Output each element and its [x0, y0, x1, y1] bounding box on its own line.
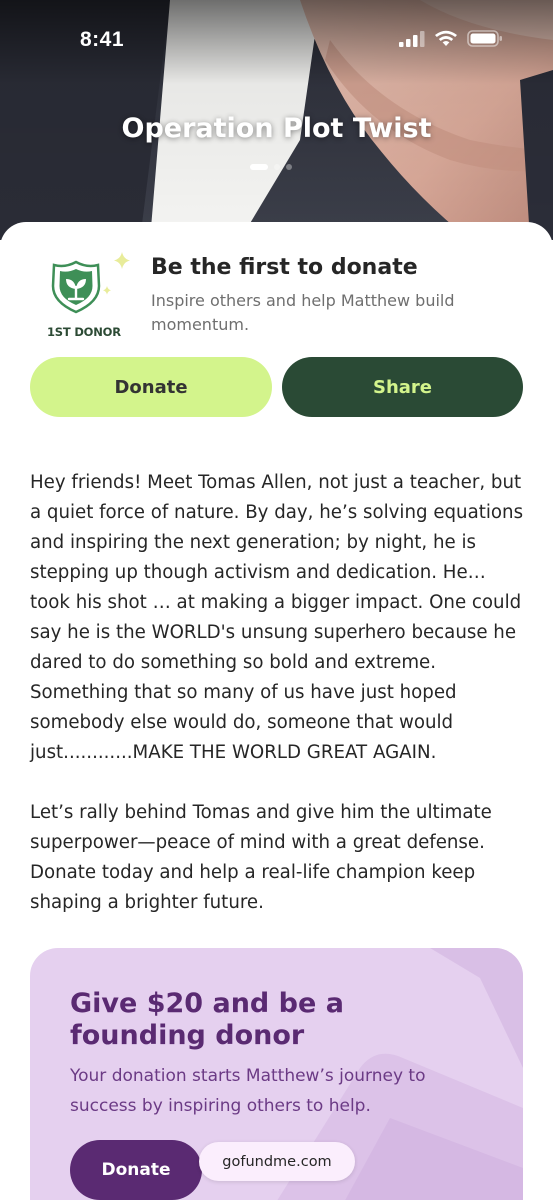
- promo-subtitle: Your donation starts Matthew’s journey t…: [70, 1066, 426, 1116]
- donate-button[interactable]: Donate: [30, 357, 272, 417]
- story-paragraph-2: Let’s rally behind Tomas and give him th…: [30, 802, 492, 913]
- promo-donate-label: Donate: [101, 1160, 171, 1180]
- story-paragraph-1: Hey friends! Meet Tomas Allen, not just …: [30, 472, 524, 763]
- carousel-dot-1[interactable]: [250, 164, 268, 170]
- first-donor-subtitle: Inspire others and help Matthew build mo…: [151, 291, 455, 334]
- status-bar: 8:41: [0, 0, 553, 80]
- wifi-icon: [435, 30, 457, 46]
- battery-icon: [467, 30, 502, 47]
- donate-button-label: Donate: [114, 376, 188, 398]
- browser-url-bar[interactable]: gofundme.com: [199, 1142, 355, 1181]
- promo-donate-button[interactable]: Donate: [70, 1140, 202, 1200]
- status-time: 8:41: [80, 28, 125, 51]
- campaign-title: Operation Plot Twist: [121, 113, 432, 144]
- shield-sprout-icon: [51, 252, 130, 314]
- carousel-dot-3[interactable]: [286, 164, 292, 170]
- share-button[interactable]: Share: [282, 357, 523, 417]
- campaign-story: Hey friends! Meet Tomas Allen, not just …: [30, 468, 530, 948]
- hero-image[interactable]: 8:41 Operation Plot Twist: [0, 0, 553, 240]
- promo-title: Give $20 and be a founding donor: [70, 988, 344, 1051]
- url-domain: gofundme.com: [222, 1153, 332, 1170]
- signal-icon: [399, 30, 425, 47]
- share-button-label: Share: [372, 376, 432, 398]
- carousel-dot-2[interactable]: [274, 164, 280, 170]
- badge-label: 1ST DONOR: [47, 325, 121, 339]
- carousel-indicator[interactable]: [250, 164, 292, 170]
- first-donor-title: Be the first to donate: [151, 255, 418, 280]
